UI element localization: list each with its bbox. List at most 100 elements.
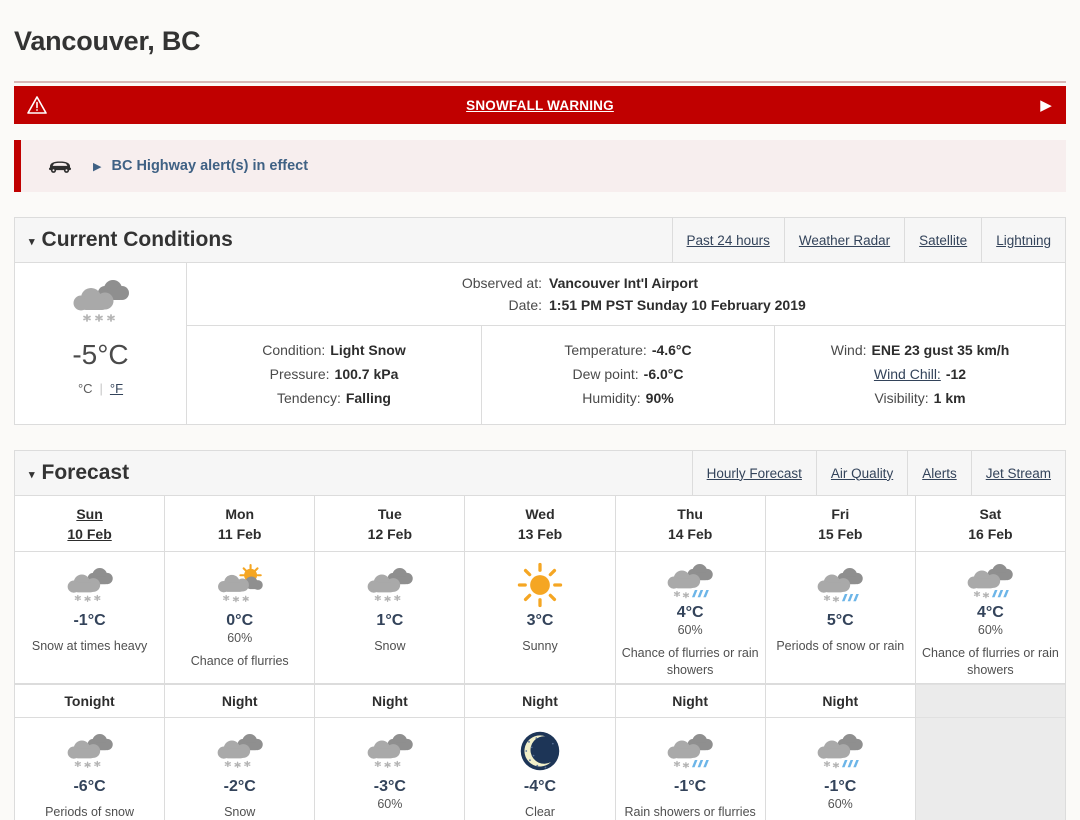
forecast-night-header[interactable]: Night xyxy=(465,684,615,719)
forecast-night-cell[interactable]: -6°C Periods of snow xyxy=(15,718,164,820)
link-alerts[interactable]: Alerts xyxy=(907,451,971,496)
forecast-night-label: Night xyxy=(221,693,258,710)
highway-alert-label[interactable]: BC Highway alert(s) in effect xyxy=(111,158,308,174)
link-weather-radar[interactable]: Weather Radar xyxy=(783,218,904,263)
snowfall-warning-bar[interactable]: SNOWFALL WARNING ▶ xyxy=(14,86,1066,125)
forecast-night-header[interactable]: Night xyxy=(765,684,915,719)
forecast-night-header[interactable]: Night xyxy=(615,684,765,719)
forecast-night-summary: Periods of snow xyxy=(45,805,135,820)
forecast-night-cell[interactable]: -1°C60%Chance of rain showers or flurrie… xyxy=(766,718,915,820)
forecast-day-temperature: -1°C xyxy=(73,612,106,630)
forecast-column-fri: Fri 15 Feb 5°C Periods of snow or rain Nigh… xyxy=(765,496,916,820)
condition-label: Condition: xyxy=(262,342,326,359)
highway-alert-caret-icon[interactable]: ▶ xyxy=(93,160,101,173)
forecast-night-cell[interactable]: -3°C60%Chance of flurries xyxy=(315,718,464,820)
forecast-night-header[interactable]: Tonight xyxy=(15,684,165,719)
observed-at-label: Observed at: xyxy=(461,275,542,292)
current-conditions-links: Past 24 hours Weather Radar Satellite Li… xyxy=(671,218,1065,263)
conditions-columns: Condition: Light Snow Pressure: 100.7 kP… xyxy=(187,326,1065,425)
temperature-row: Temperature: -4.6°C xyxy=(500,338,756,362)
forecast-night-temperature: -3°C xyxy=(373,778,406,796)
link-lightning[interactable]: Lightning xyxy=(981,218,1065,263)
forecast-night-header xyxy=(915,684,1065,719)
forecast-weekday: Wed xyxy=(525,505,555,522)
visibility-value: 1 km xyxy=(933,390,966,407)
condition-value: Light Snow xyxy=(330,342,406,359)
unit-toggle[interactable]: °C | °F xyxy=(78,381,123,396)
forecast-day-cell[interactable]: 4°C 60% Chance of flurries or rain showers xyxy=(915,552,1065,685)
link-hourly-forecast[interactable]: Hourly Forecast xyxy=(691,451,816,496)
cloud-rain-snow-icon xyxy=(664,726,716,776)
dew-point-value: -6.0°C xyxy=(643,366,684,383)
observed-at-value: Vancouver Int'l Airport xyxy=(549,275,699,292)
current-conditions-title-text: Current Conditions xyxy=(41,228,233,252)
forecast-night-header[interactable]: Night xyxy=(165,684,315,719)
forecast-night-cell[interactable]: -2°C Snow xyxy=(165,718,314,820)
cloud-rain-snow-icon xyxy=(814,726,866,776)
forecast-day-header[interactable]: Fri 15 Feb xyxy=(765,496,915,553)
cloud-snow-icon xyxy=(69,275,133,327)
forecast-night-cell xyxy=(915,718,1065,820)
snowfall-warning-link[interactable]: SNOWFALL WARNING xyxy=(54,98,1026,113)
forecast-night-temperature: -1°C xyxy=(674,778,707,796)
warning-triangle-icon xyxy=(20,96,54,114)
cloud-rain-snow-icon xyxy=(814,560,866,610)
forecast-night-pop: 60% xyxy=(827,797,853,812)
unit-separator: | xyxy=(99,381,103,397)
forecast-column-sat: Sat 16 Feb 4°C 60% Chance of flurries or ra… xyxy=(915,496,1065,820)
forecast-day-header[interactable]: Thu 14 Feb xyxy=(615,496,765,553)
forecast-day-cell[interactable]: -1°C Snow at times heavy xyxy=(15,552,165,685)
forecast-day-cell[interactable]: 3°C Sunny xyxy=(465,552,615,685)
forecast-day-header[interactable]: Tue 12 Feb xyxy=(315,496,465,553)
collapse-caret-icon[interactable]: ▾ xyxy=(29,235,35,248)
temperature-value: -4.6°C xyxy=(651,342,692,359)
current-conditions-title[interactable]: ▾ Current Conditions xyxy=(15,218,672,262)
forecast-day-cell[interactable]: 0°C 60% Chance of flurries xyxy=(165,552,315,685)
forecast-night-summary: Clear xyxy=(525,805,555,820)
pressure-value: 100.7 kPa xyxy=(334,366,399,383)
current-conditions-body: -5°C °C | °F Observed at: Vancouver Int'… xyxy=(15,263,1065,425)
forecast-day-cell[interactable]: 1°C Snow xyxy=(315,552,465,685)
forecast-day-cell[interactable]: 5°C Periods of snow or rain xyxy=(765,552,915,685)
unit-fahrenheit-link[interactable]: °F xyxy=(110,381,123,396)
link-air-quality[interactable]: Air Quality xyxy=(815,451,907,496)
forecast-night-label: Night xyxy=(822,693,859,710)
observation-date-row: Date: 1:51 PM PST Sunday 10 February 201… xyxy=(187,294,1065,316)
link-satellite[interactable]: Satellite xyxy=(904,218,981,263)
pressure-label: Pressure: xyxy=(269,366,330,383)
forecast-date: 10 Feb xyxy=(67,525,112,542)
wind-label: Wind: xyxy=(830,342,867,359)
wind-chill-link[interactable]: Wind Chill: xyxy=(874,362,946,386)
observation-meta: Observed at: Vancouver Int'l Airport Dat… xyxy=(187,263,1065,327)
cloud-snow-icon xyxy=(364,560,416,610)
forecast-day-header[interactable]: Sat 16 Feb xyxy=(915,496,1065,553)
forecast-day-cell[interactable]: 4°C 60% Chance of flurries or rain showers xyxy=(615,552,765,685)
forecast-column-thu: Thu 14 Feb 4°C 60% Chance of flurries or ra… xyxy=(615,496,766,820)
forecast-day-header[interactable]: Mon 11 Feb xyxy=(165,496,315,553)
forecast-night-cell[interactable]: -1°C Rain showers or flurries xyxy=(616,718,765,820)
link-past-24-hours[interactable]: Past 24 hours xyxy=(671,218,784,263)
forecast-day-header[interactable]: Wed 13 Feb xyxy=(465,496,615,553)
forecast-night-header[interactable]: Night xyxy=(315,684,465,719)
forecast-title[interactable]: ▾ Forecast xyxy=(15,451,692,495)
wind-chill-row: Wind Chill: -12 xyxy=(793,362,1047,386)
current-conditions-summary: -5°C °C | °F xyxy=(15,263,187,425)
forecast-header: ▾ Forecast Hourly Forecast Air Quality A… xyxy=(15,451,1065,497)
conditions-column-3: Wind: ENE 23 gust 35 km/h Wind Chill: -1… xyxy=(774,326,1065,425)
forecast-weekday: Tue xyxy=(377,505,402,522)
humidity-row: Humidity: 90% xyxy=(500,386,756,410)
highway-alert-bar[interactable]: ▶ BC Highway alert(s) in effect xyxy=(14,140,1066,193)
warning-expand-arrow-icon[interactable]: ▶ xyxy=(1026,96,1066,114)
forecast-day-header[interactable]: Sun 10 Feb xyxy=(15,496,165,553)
forecast-column-tue: Tue 12 Feb 1°C Snow Night -3°C60%Chance of … xyxy=(315,496,466,820)
link-jet-stream[interactable]: Jet Stream xyxy=(970,451,1065,496)
collapse-caret-icon[interactable]: ▾ xyxy=(29,468,35,481)
forecast-grid: Sun 10 Feb -1°C Snow at times heavy Tonight… xyxy=(15,496,1065,820)
forecast-night-cell[interactable]: -4°C Clear xyxy=(465,718,614,820)
humidity-label: Humidity: xyxy=(582,390,641,407)
forecast-day-summary: Chance of flurries or rain showers xyxy=(621,646,759,678)
forecast-day-pop: 60% xyxy=(227,631,253,646)
humidity-value: 90% xyxy=(645,390,674,407)
page-title: Vancouver, BC xyxy=(14,26,201,57)
forecast-day-summary: Periods of snow or rain xyxy=(776,639,905,654)
